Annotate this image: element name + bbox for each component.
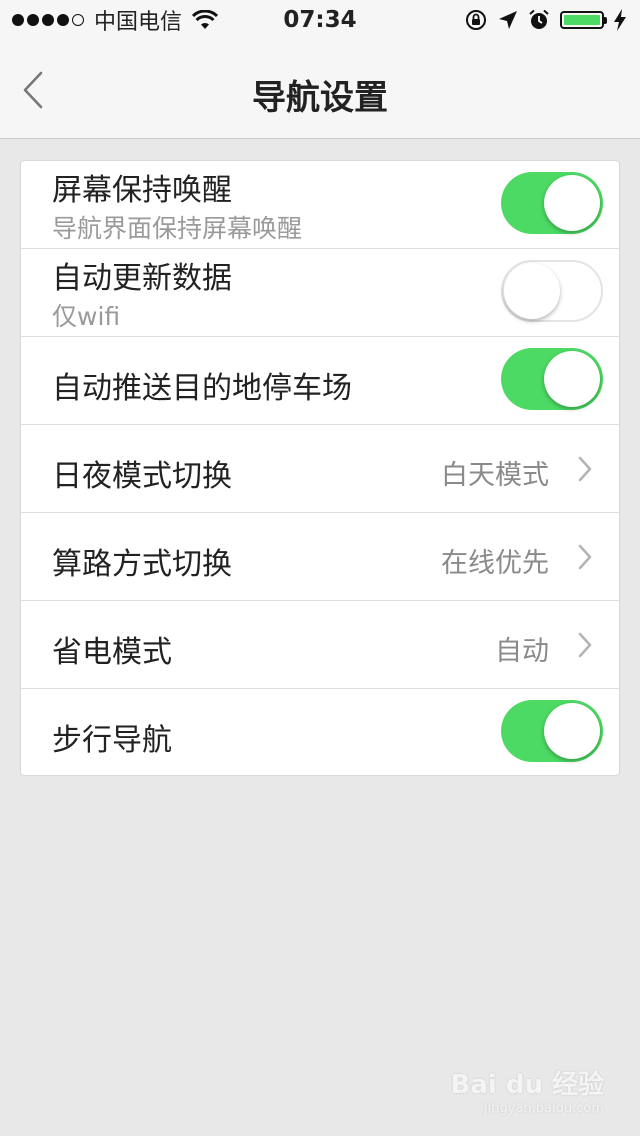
toggle-knob	[504, 263, 560, 319]
setting-label: 算路方式切换	[52, 547, 232, 582]
status-bar-left: 中国电信	[12, 4, 219, 36]
setting-row-auto-update-data: 自动更新数据 仅wifi	[21, 249, 619, 337]
watermark-url: jingyan.baidu.com	[484, 1101, 604, 1116]
chevron-left-icon	[23, 71, 43, 109]
watermark: Bai du 经验 jingyan.baidu.com	[451, 1064, 605, 1116]
setting-row-power-saving[interactable]: 省电模式 自动	[21, 601, 619, 689]
setting-row-route-calculation[interactable]: 算路方式切换 在线优先	[21, 513, 619, 601]
setting-sublabel: 导航界面保持屏幕唤醒	[52, 214, 303, 243]
battery-fill	[564, 15, 600, 25]
auto-push-parking-toggle[interactable]	[501, 348, 603, 410]
watermark-brand: Bai du 经验	[450, 1070, 605, 1100]
settings-list: 屏幕保持唤醒 导航界面保持屏幕唤醒 自动更新数据 仅wifi 自动推送目的地停车…	[20, 160, 620, 776]
chevron-right-icon	[578, 456, 592, 482]
setting-value: 在线优先	[441, 548, 549, 579]
rotation-lock-icon	[466, 10, 486, 30]
page-title: 导航设置	[252, 78, 388, 118]
setting-label: 自动推送目的地停车场	[52, 371, 352, 406]
alarm-icon	[529, 9, 549, 29]
carrier-label: 中国电信	[94, 10, 183, 35]
status-bar: 中国电信 07:34	[0, 0, 640, 40]
auto-update-data-toggle[interactable]	[501, 260, 603, 322]
back-button[interactable]	[22, 68, 62, 112]
setting-value: 白天模式	[441, 460, 549, 491]
charging-bolt-icon	[614, 9, 626, 31]
setting-label: 日夜模式切换	[52, 459, 232, 494]
keep-screen-awake-toggle[interactable]	[501, 172, 603, 234]
toggle-knob	[544, 703, 600, 759]
walking-navigation-toggle[interactable]	[501, 700, 603, 762]
chevron-right-icon	[578, 544, 592, 570]
status-bar-right	[464, 8, 626, 32]
battery-icon	[560, 11, 607, 29]
setting-label: 步行导航	[52, 723, 172, 758]
setting-row-walking-navigation: 步行导航	[21, 689, 619, 775]
setting-label: 屏幕保持唤醒	[52, 173, 232, 208]
toggle-knob	[544, 351, 600, 407]
signal-dots-icon	[12, 14, 84, 26]
setting-row-auto-push-parking: 自动推送目的地停车场	[21, 337, 619, 425]
wifi-icon	[192, 10, 219, 29]
navigation-bar: 导航设置	[0, 40, 640, 139]
toggle-knob	[544, 175, 600, 231]
chevron-right-icon	[578, 632, 592, 658]
setting-value: 自动	[495, 636, 549, 667]
setting-row-keep-screen-awake: 屏幕保持唤醒 导航界面保持屏幕唤醒	[21, 161, 619, 249]
setting-row-day-night-mode[interactable]: 日夜模式切换 白天模式	[21, 425, 619, 513]
setting-sublabel: 仅wifi	[52, 302, 121, 331]
setting-label: 自动更新数据	[52, 261, 232, 296]
setting-label: 省电模式	[52, 635, 172, 670]
location-arrow-icon	[499, 11, 517, 29]
